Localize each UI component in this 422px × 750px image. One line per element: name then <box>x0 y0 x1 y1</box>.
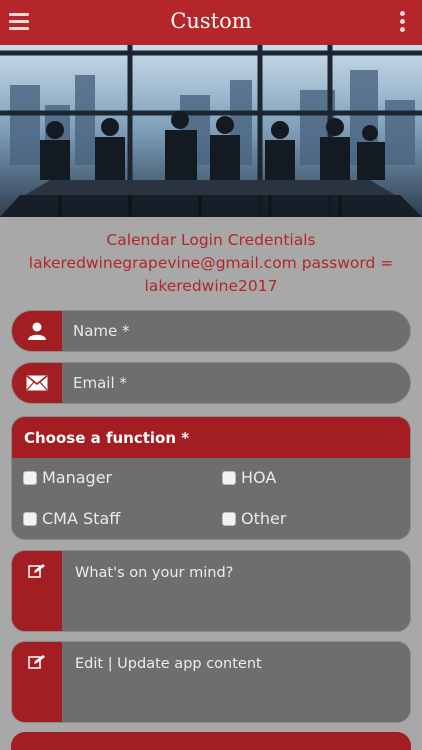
credentials-password: lakeredwine2017 <box>144 277 278 295</box>
option-other[interactable]: Other <box>222 509 286 528</box>
credentials-heading: Calendar Login Credentials <box>106 231 316 249</box>
textarea-icon-column <box>12 642 62 722</box>
textarea-icon-column <box>12 551 62 631</box>
page-title: Custom <box>170 9 252 33</box>
hero-image <box>0 45 422 217</box>
option-label: Manager <box>42 468 113 487</box>
name-field[interactable]: Name * <box>11 310 411 352</box>
credentials-email: lakeredwinegrapevine@gmail.com password … <box>28 254 394 272</box>
checkbox[interactable] <box>222 511 236 526</box>
option-label: HOA <box>241 468 277 487</box>
update-textarea[interactable]: Edit | Update app content <box>11 641 411 723</box>
option-cma-staff[interactable]: CMA Staff <box>23 509 120 528</box>
checkbox[interactable] <box>23 511 37 526</box>
function-chooser: Choose a function * Manager HOA CMA Staf… <box>11 416 411 540</box>
person-icon <box>12 311 62 351</box>
calendar-credentials: Calendar Login Credentials lakeredwinegr… <box>0 229 422 298</box>
option-label: Other <box>241 509 287 528</box>
edit-icon <box>28 655 45 669</box>
submit-button[interactable] <box>11 732 411 750</box>
option-label: CMA Staff <box>42 509 121 528</box>
function-heading: Choose a function * <box>12 417 410 458</box>
envelope-icon <box>12 363 62 403</box>
option-manager[interactable]: Manager <box>23 468 112 487</box>
checkbox[interactable] <box>23 470 37 485</box>
top-app-bar: Custom <box>0 0 422 45</box>
more-vert-icon[interactable] <box>400 11 406 33</box>
option-hoa[interactable]: HOA <box>222 468 276 487</box>
mind-textarea[interactable]: What's on your mind? <box>11 550 411 632</box>
edit-icon <box>28 564 45 578</box>
checkbox[interactable] <box>222 470 236 485</box>
mind-input[interactable]: What's on your mind? <box>75 565 233 581</box>
update-input[interactable]: Edit | Update app content <box>75 656 262 672</box>
email-field[interactable]: Email * <box>11 362 411 404</box>
email-input[interactable]: Email * <box>73 374 127 392</box>
name-input[interactable]: Name * <box>73 322 130 340</box>
